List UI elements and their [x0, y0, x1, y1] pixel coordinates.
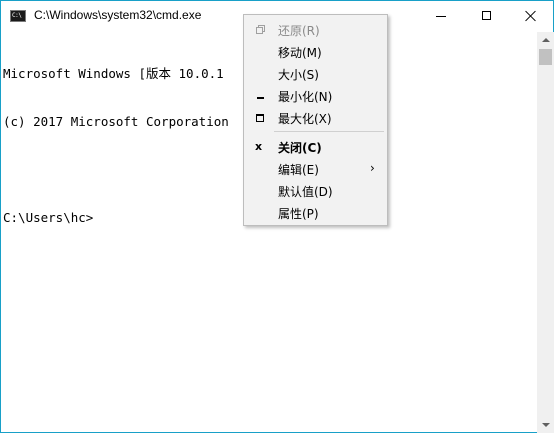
maximize-button[interactable]	[464, 1, 510, 31]
menu-item-label: 最小化(N)	[278, 90, 333, 104]
scroll-up-arrow-icon[interactable]	[537, 32, 554, 49]
menu-item-defaults[interactable]: 默认值(D)	[244, 180, 387, 202]
cmd-console-icon[interactable]: C:\	[10, 10, 26, 22]
close-button[interactable]	[508, 1, 554, 31]
menu-item-close[interactable]: x 关闭(C)	[244, 136, 387, 158]
menu-item-properties[interactable]: 属性(P)	[244, 202, 387, 224]
menu-item-maximize[interactable]: 最大化(X)	[244, 107, 387, 129]
menu-item-move[interactable]: 移动(M)	[244, 41, 387, 63]
restore-icon	[255, 24, 265, 34]
minimize-icon	[436, 16, 446, 17]
menu-item-edit[interactable]: 编辑(E) ›	[244, 158, 387, 180]
minimize-button[interactable]	[418, 1, 464, 31]
menu-item-label: 移动(M)	[278, 46, 322, 60]
scroll-down-arrow-icon[interactable]	[537, 416, 554, 433]
menu-item-label: 还原(R)	[278, 24, 320, 38]
cmd-icon-text: C:\	[12, 12, 22, 19]
close-icon: x	[255, 140, 263, 153]
scroll-thumb[interactable]	[539, 49, 552, 65]
vertical-scrollbar[interactable]	[537, 32, 554, 433]
menu-item-label: 默认值(D)	[278, 185, 333, 199]
menu-item-restore[interactable]: 还原(R)	[244, 19, 387, 41]
menu-item-label: 关闭(C)	[278, 141, 322, 155]
menu-item-label: 属性(P)	[278, 207, 319, 221]
menu-item-size[interactable]: 大小(S)	[244, 63, 387, 85]
menu-item-minimize[interactable]: 最小化(N)	[244, 85, 387, 107]
chevron-right-icon: ›	[370, 161, 375, 175]
system-menu: 还原(R) 移动(M) 大小(S) 最小化(N) 最大化(X) x 关闭(C) …	[243, 14, 388, 226]
window-title: C:\Windows\system32\cmd.exe	[34, 8, 202, 22]
minimize-icon	[255, 90, 265, 100]
maximize-icon	[482, 11, 491, 20]
close-icon	[525, 10, 537, 22]
menu-item-label: 最大化(X)	[278, 112, 332, 126]
maximize-icon	[255, 112, 265, 122]
menu-item-label: 大小(S)	[278, 68, 319, 82]
menu-item-label: 编辑(E)	[278, 163, 319, 177]
menu-separator	[274, 131, 384, 132]
